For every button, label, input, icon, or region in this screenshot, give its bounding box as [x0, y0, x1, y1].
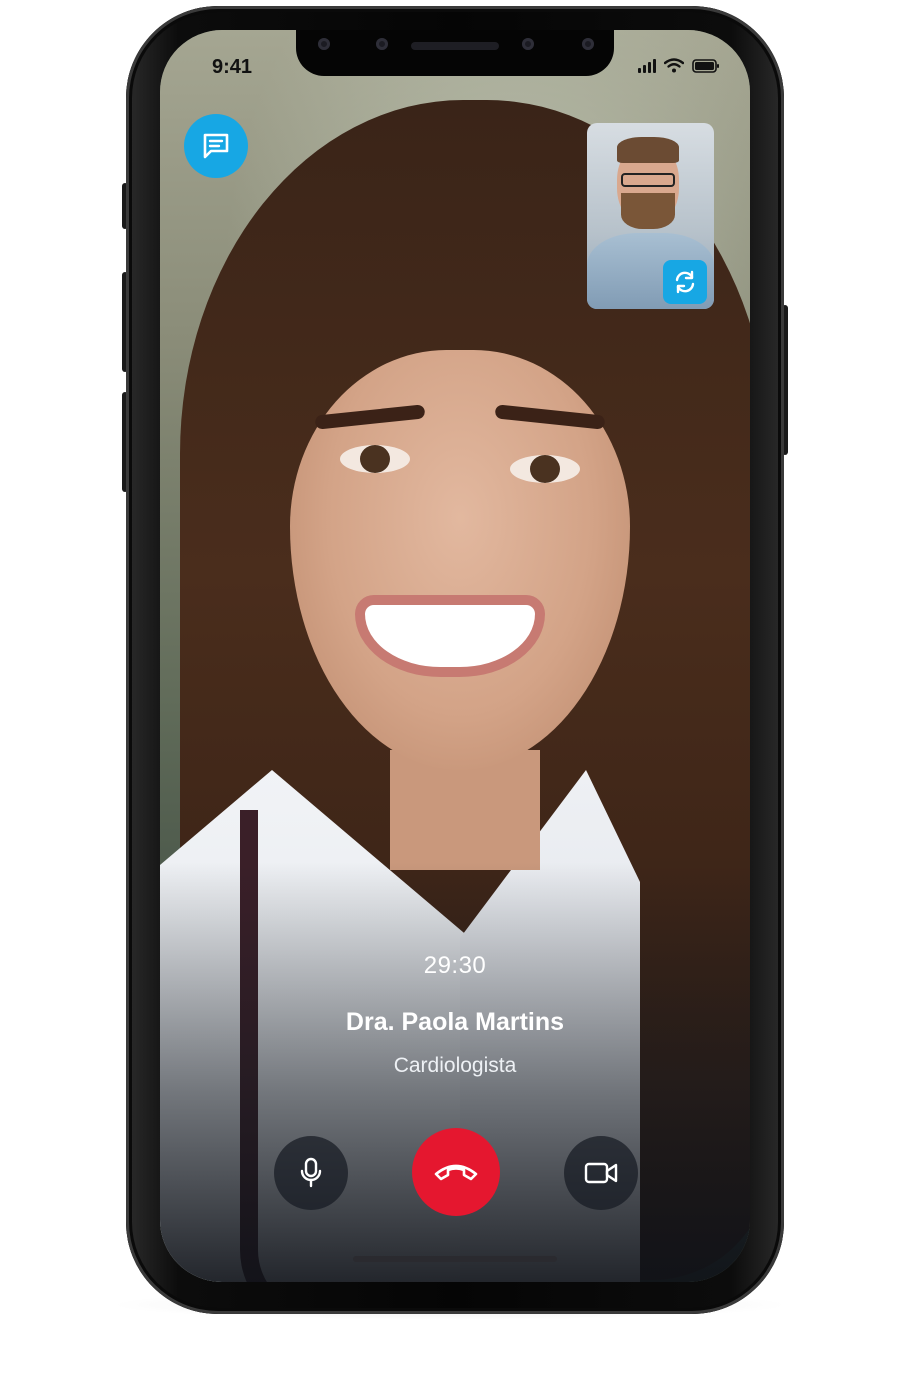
caller-name: Dra. Paola Martins [345, 1008, 565, 1036]
wifi-icon [664, 58, 684, 73]
notch [296, 30, 614, 76]
status-icons [638, 58, 720, 73]
front-camera-icon [582, 38, 594, 50]
battery-icon [692, 59, 719, 73]
chat-icon [203, 133, 229, 159]
end-call-icon [434, 1164, 478, 1181]
switch-camera-icon [675, 270, 695, 294]
remote-video-eye [510, 455, 580, 483]
status-time: 9:41 [212, 56, 253, 78]
mute-button[interactable] [274, 1136, 348, 1210]
sensor-icon [376, 38, 388, 50]
signal-icon [638, 59, 656, 73]
earpiece-speaker [411, 42, 499, 50]
home-indicator[interactable] [353, 1256, 557, 1262]
self-view-beard [621, 193, 675, 229]
end-call-button[interactable] [412, 1128, 500, 1216]
remote-video-eye [340, 445, 410, 473]
call-screen: 9:41 29:30 Dra. Paola Martins Cardiologi… [160, 30, 750, 1282]
microphone-icon [300, 1157, 322, 1188]
sensor-icon [318, 38, 330, 50]
self-view-hair [617, 137, 679, 163]
caller-specialty: Cardiologista [393, 1054, 517, 1077]
switch-camera-button[interactable] [663, 260, 707, 304]
sensor-icon [522, 38, 534, 50]
video-toggle-button[interactable] [564, 1136, 638, 1210]
self-view-glasses [621, 173, 675, 187]
call-timer: 29:30 [423, 952, 487, 979]
self-view[interactable] [587, 123, 714, 309]
video-camera-icon [584, 1162, 618, 1184]
chat-button[interactable] [184, 114, 248, 178]
